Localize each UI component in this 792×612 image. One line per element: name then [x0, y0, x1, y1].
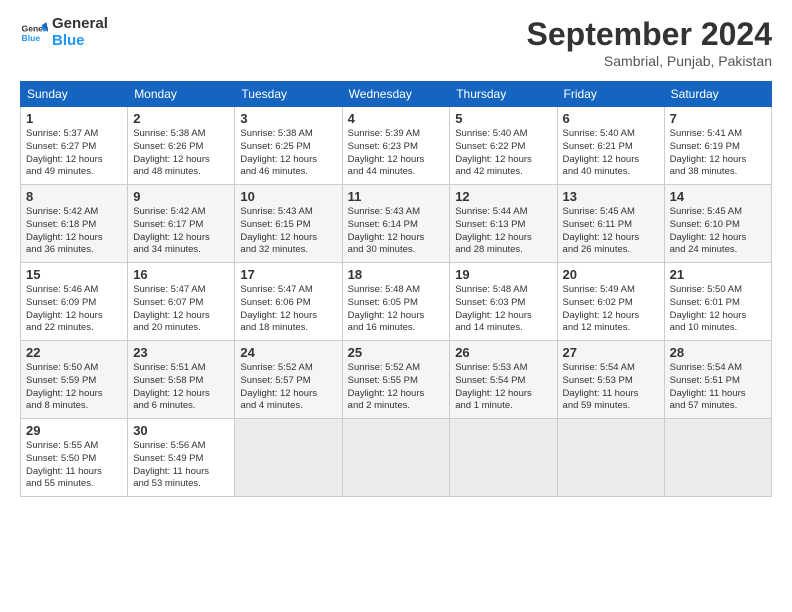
day-info: Sunrise: 5:47 AMSunset: 6:07 PMDaylight:… — [133, 284, 229, 335]
day-number: 11 — [348, 189, 445, 204]
day-number: 6 — [563, 111, 659, 126]
day-number: 9 — [133, 189, 229, 204]
day-number: 15 — [26, 267, 122, 282]
day-info: Sunrise: 5:37 AMSunset: 6:27 PMDaylight:… — [26, 128, 122, 179]
day-number: 5 — [455, 111, 551, 126]
day-number: 3 — [240, 111, 336, 126]
col-monday: Monday — [128, 82, 235, 107]
day-number: 17 — [240, 267, 336, 282]
month-title: September 2024 — [527, 16, 772, 53]
header: General Blue General Blue September 2024… — [20, 16, 772, 69]
day-number: 13 — [563, 189, 659, 204]
day-number: 23 — [133, 345, 229, 360]
day-info: Sunrise: 5:48 AMSunset: 6:03 PMDaylight:… — [455, 284, 551, 335]
logo: General Blue General Blue — [20, 16, 108, 49]
day-number: 1 — [26, 111, 122, 126]
page-container: General Blue General Blue September 2024… — [0, 0, 792, 507]
day-number: 20 — [563, 267, 659, 282]
day-info: Sunrise: 5:53 AMSunset: 5:54 PMDaylight:… — [455, 362, 551, 413]
day-number: 18 — [348, 267, 445, 282]
day-number: 28 — [670, 345, 766, 360]
col-saturday: Saturday — [664, 82, 771, 107]
title-block: September 2024 Sambrial, Punjab, Pakista… — [527, 16, 772, 69]
day-info: Sunrise: 5:43 AMSunset: 6:15 PMDaylight:… — [240, 206, 336, 257]
col-tuesday: Tuesday — [235, 82, 342, 107]
day-info: Sunrise: 5:40 AMSunset: 6:22 PMDaylight:… — [455, 128, 551, 179]
day-number: 25 — [348, 345, 445, 360]
day-number: 10 — [240, 189, 336, 204]
day-info: Sunrise: 5:48 AMSunset: 6:05 PMDaylight:… — [348, 284, 445, 335]
day-info: Sunrise: 5:46 AMSunset: 6:09 PMDaylight:… — [26, 284, 122, 335]
day-number: 30 — [133, 423, 229, 438]
day-info: Sunrise: 5:49 AMSunset: 6:02 PMDaylight:… — [563, 284, 659, 335]
col-wednesday: Wednesday — [342, 82, 450, 107]
header-row: Sunday Monday Tuesday Wednesday Thursday… — [21, 82, 772, 107]
day-number: 14 — [670, 189, 766, 204]
svg-text:Blue: Blue — [22, 32, 41, 42]
day-info: Sunrise: 5:55 AMSunset: 5:50 PMDaylight:… — [26, 440, 122, 491]
day-number: 19 — [455, 267, 551, 282]
day-info: Sunrise: 5:40 AMSunset: 6:21 PMDaylight:… — [563, 128, 659, 179]
day-number: 22 — [26, 345, 122, 360]
col-thursday: Thursday — [450, 82, 557, 107]
day-number: 2 — [133, 111, 229, 126]
day-info: Sunrise: 5:43 AMSunset: 6:14 PMDaylight:… — [348, 206, 445, 257]
day-info: Sunrise: 5:52 AMSunset: 5:55 PMDaylight:… — [348, 362, 445, 413]
day-info: Sunrise: 5:56 AMSunset: 5:49 PMDaylight:… — [133, 440, 229, 491]
day-info: Sunrise: 5:50 AMSunset: 5:59 PMDaylight:… — [26, 362, 122, 413]
calendar-table: Sunday Monday Tuesday Wednesday Thursday… — [20, 81, 772, 497]
day-info: Sunrise: 5:47 AMSunset: 6:06 PMDaylight:… — [240, 284, 336, 335]
col-sunday: Sunday — [21, 82, 128, 107]
day-number: 21 — [670, 267, 766, 282]
day-info: Sunrise: 5:50 AMSunset: 6:01 PMDaylight:… — [670, 284, 766, 335]
day-info: Sunrise: 5:45 AMSunset: 6:10 PMDaylight:… — [670, 206, 766, 257]
day-info: Sunrise: 5:51 AMSunset: 5:58 PMDaylight:… — [133, 362, 229, 413]
day-info: Sunrise: 5:38 AMSunset: 6:25 PMDaylight:… — [240, 128, 336, 179]
day-info: Sunrise: 5:42 AMSunset: 6:18 PMDaylight:… — [26, 206, 122, 257]
day-number: 27 — [563, 345, 659, 360]
day-number: 24 — [240, 345, 336, 360]
day-info: Sunrise: 5:44 AMSunset: 6:13 PMDaylight:… — [455, 206, 551, 257]
logo-icon: General Blue — [20, 19, 48, 47]
day-info: Sunrise: 5:54 AMSunset: 5:51 PMDaylight:… — [670, 362, 766, 413]
day-number: 4 — [348, 111, 445, 126]
day-number: 12 — [455, 189, 551, 204]
day-number: 8 — [26, 189, 122, 204]
day-number: 16 — [133, 267, 229, 282]
day-info: Sunrise: 5:38 AMSunset: 6:26 PMDaylight:… — [133, 128, 229, 179]
day-info: Sunrise: 5:42 AMSunset: 6:17 PMDaylight:… — [133, 206, 229, 257]
day-number: 7 — [670, 111, 766, 126]
day-number: 29 — [26, 423, 122, 438]
logo-text-general: General — [52, 16, 108, 33]
col-friday: Friday — [557, 82, 664, 107]
location: Sambrial, Punjab, Pakistan — [527, 53, 772, 69]
logo-text-blue: Blue — [52, 33, 108, 50]
day-info: Sunrise: 5:54 AMSunset: 5:53 PMDaylight:… — [563, 362, 659, 413]
day-number: 26 — [455, 345, 551, 360]
day-info: Sunrise: 5:39 AMSunset: 6:23 PMDaylight:… — [348, 128, 445, 179]
day-info: Sunrise: 5:52 AMSunset: 5:57 PMDaylight:… — [240, 362, 336, 413]
day-info: Sunrise: 5:41 AMSunset: 6:19 PMDaylight:… — [670, 128, 766, 179]
day-info: Sunrise: 5:45 AMSunset: 6:11 PMDaylight:… — [563, 206, 659, 257]
